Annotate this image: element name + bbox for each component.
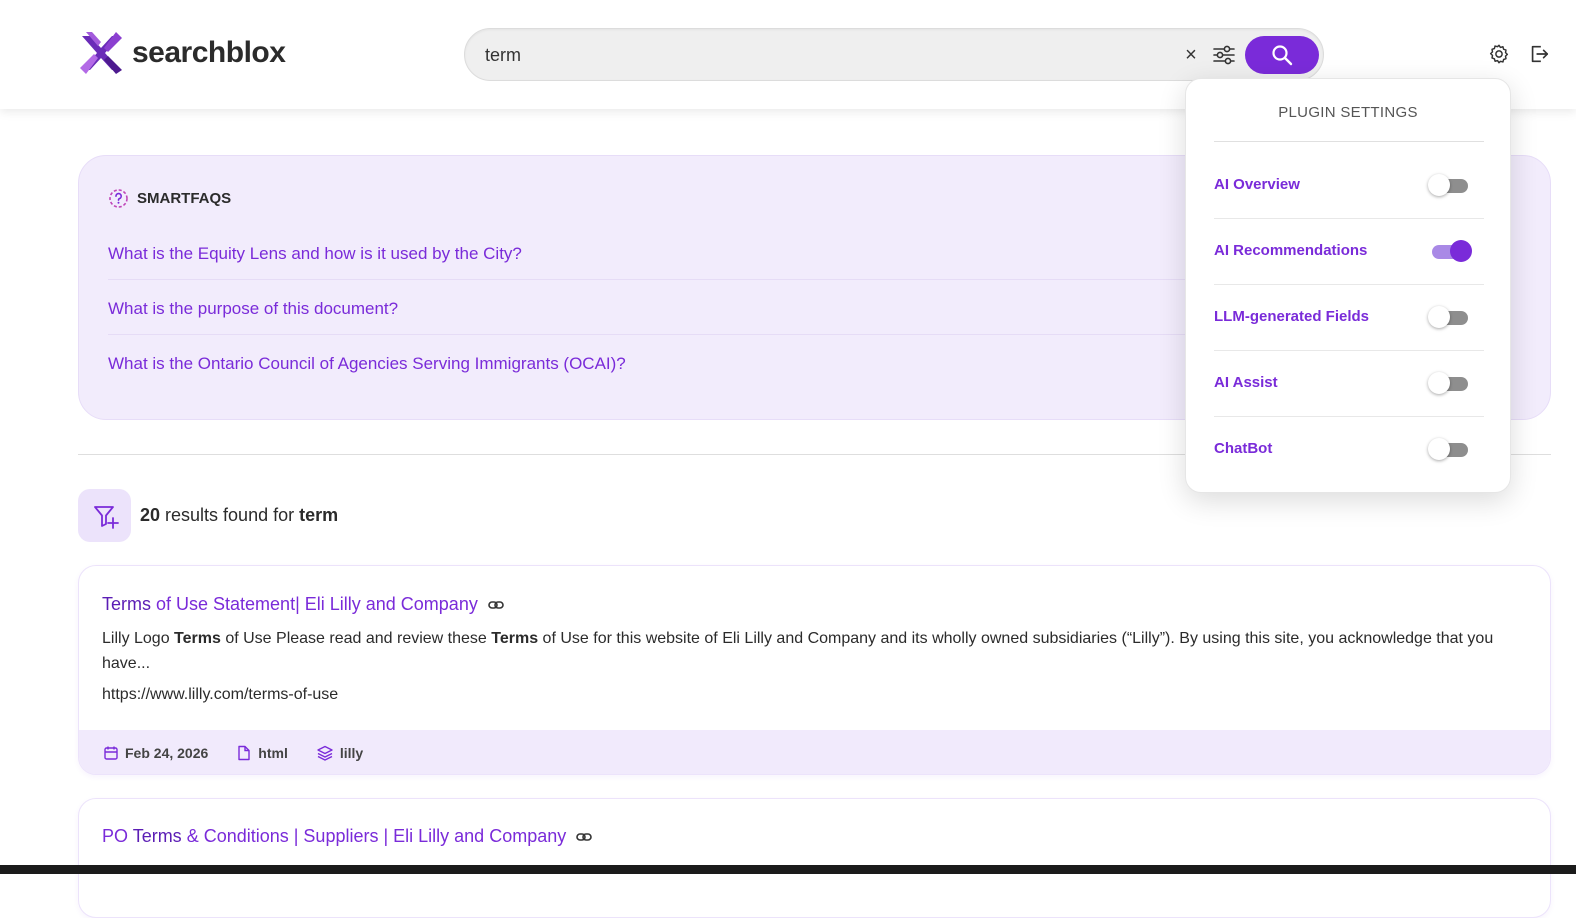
taskbar-strip [0,865,1576,874]
filter-toggle-button[interactable] [78,489,131,542]
gear-icon[interactable] [1488,43,1510,65]
logo-mark-icon [80,32,122,74]
popup-divider [1214,141,1484,142]
file-icon [238,745,250,761]
setting-row-ai-overview: AI Overview [1214,153,1484,219]
filter-add-icon [93,505,119,529]
layers-icon [317,745,333,761]
brand-logo[interactable]: searchblox [78,30,286,76]
setting-row-ai-recommendations: AI Recommendations [1214,219,1484,285]
setting-label: AI Recommendations [1214,242,1368,259]
title-highlight: Terms [132,826,182,846]
smartfaqs-heading: SMARTFAQS [137,190,232,207]
title-text: of Use Statement| Eli Lilly and Company [151,594,478,614]
setting-row-ai-assist: AI Assist [1214,351,1484,417]
setting-label: LLM-generated Fields [1214,308,1370,325]
calendar-icon [104,746,118,760]
search-input[interactable] [485,39,1165,71]
result-card: PO Terms & Conditions | Suppliers | Eli … [78,798,1551,918]
snippet-highlight: Terms [491,630,539,647]
smartfaqs-header: SMARTFAQS [108,188,231,209]
result-search-term: term [299,505,339,525]
filter-settings-icon[interactable] [1211,42,1237,68]
result-title-link[interactable]: PO Terms & Conditions | Suppliers | Eli … [102,826,593,847]
title-highlight: Terms [102,594,151,614]
result-collection-text: lilly [339,745,364,761]
search-bar: × [464,28,1324,81]
result-type-text: html [258,745,288,761]
result-count-number: 20 [140,505,161,525]
result-meta-bar: Feb 24, 2026 html lilly [79,730,1550,774]
snippet-highlight: Terms [174,630,221,647]
setting-label: ChatBot [1214,440,1273,457]
ai-overview-toggle[interactable] [1428,174,1470,196]
snippet-text: of Use Please read and review these [220,630,492,647]
question-circle-icon [109,189,128,208]
snippet-text: Lilly Logo [102,630,175,647]
result-date-text: Feb 24, 2026 [125,745,209,761]
search-button[interactable] [1245,36,1319,74]
setting-row-llm-fields: LLM-generated Fields [1214,285,1484,351]
result-card: Terms of Use Statement| Eli Lilly and Co… [78,565,1551,775]
search-icon [1272,45,1293,66]
link-icon[interactable] [576,831,593,843]
result-snippet: Lilly Logo Terms of Use Please read and … [102,626,1522,676]
result-count-text: results found for [160,505,300,525]
brand-name: searchblox [132,36,286,69]
logout-icon[interactable] [1528,43,1550,65]
result-collection: lilly [316,745,363,761]
ai-recommendations-toggle[interactable] [1428,240,1472,262]
setting-row-chatbot: ChatBot [1214,417,1484,483]
setting-label: AI Assist [1214,374,1278,391]
llm-fields-toggle[interactable] [1428,306,1470,328]
result-url[interactable]: https://www.lilly.com/terms-of-use [102,686,338,704]
result-type: html [236,745,288,761]
title-text: PO [102,826,133,846]
setting-label: AI Overview [1214,176,1300,193]
link-icon[interactable] [488,599,504,611]
result-count: 20 results found for term [140,505,338,526]
clear-search-button[interactable]: × [1181,43,1201,67]
chatbot-toggle[interactable] [1428,438,1470,460]
plugin-settings-popup: PLUGIN SETTINGS AI Overview AI Recommend… [1185,78,1511,493]
title-text: & Conditions | Suppliers | Eli Lilly and… [181,826,567,846]
result-date: Feb 24, 2026 [103,745,208,761]
plugin-settings-title: PLUGIN SETTINGS [1278,104,1418,121]
ai-assist-toggle[interactable] [1428,372,1470,394]
result-title-link[interactable]: Terms of Use Statement| Eli Lilly and Co… [102,594,504,615]
